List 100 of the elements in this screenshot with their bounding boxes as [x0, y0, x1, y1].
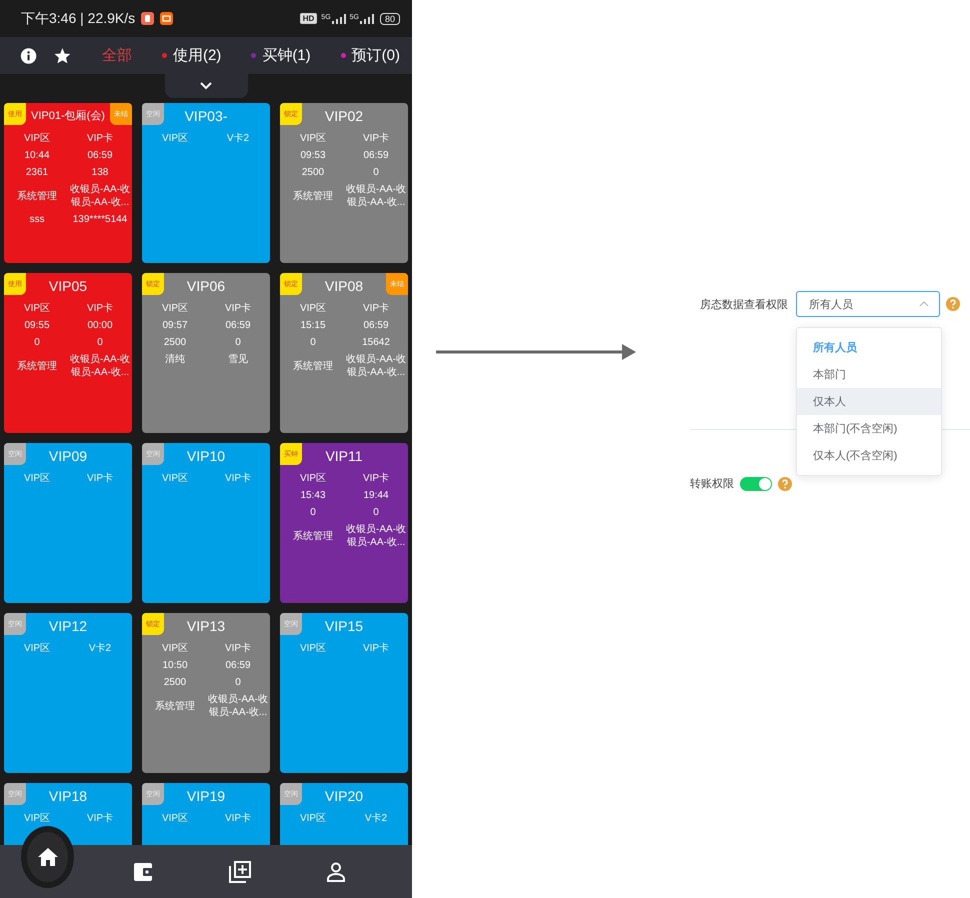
- room-info: 19:44: [362, 489, 390, 502]
- room-info: VIP卡: [86, 472, 114, 485]
- room-info: 2500: [162, 336, 188, 349]
- room-info: VIP卡: [86, 302, 114, 315]
- room-info: 2361: [24, 166, 50, 179]
- setting-label: 转账权限: [690, 477, 734, 491]
- room-info: 收银员-AA-收银员-AA-收...: [346, 353, 406, 379]
- caret-icon: [919, 301, 929, 307]
- room-info: 系统管理: [292, 360, 334, 372]
- hd-indicator: HD: [300, 13, 318, 24]
- room-title: VIP02: [324, 108, 364, 124]
- info-icon[interactable]: [20, 46, 38, 66]
- permission-select[interactable]: 所有人员: [796, 291, 940, 317]
- room-title: VIP03-: [184, 108, 228, 124]
- room-title: VIP15: [324, 618, 364, 634]
- dropdown-option[interactable]: 本部门(不含空闲): [797, 415, 941, 442]
- room-info: 10:50: [161, 659, 189, 672]
- room-info: VIP区: [298, 812, 328, 825]
- filter-tab[interactable]: 买钟(1): [251, 46, 311, 65]
- dropdown-option[interactable]: 所有人员: [797, 334, 941, 361]
- room-info: 06:59: [224, 659, 252, 672]
- status-time: 下午3:46 | 22.9K/s: [21, 10, 136, 28]
- room-info: VIP区: [22, 302, 52, 315]
- room-title: VIP20: [324, 788, 364, 804]
- app-notification-icon: [160, 12, 174, 25]
- room-title: VIP06: [186, 278, 226, 294]
- room-info: VIP卡: [224, 302, 252, 315]
- room-info: 收银员-AA-收银员-AA-收...: [70, 353, 130, 379]
- room-info: 系统管理: [292, 190, 334, 202]
- room-title: VIP13: [186, 618, 226, 634]
- app-notification-icon: [141, 12, 154, 25]
- room-info: 06:59: [224, 319, 252, 332]
- room-info: 0: [96, 336, 104, 349]
- room-info: VIP卡: [362, 302, 390, 315]
- room-info: V卡2: [364, 812, 388, 825]
- room-title: VIP09: [48, 448, 88, 464]
- room-title: VIP01-包厢(会): [31, 109, 105, 124]
- room-info: 09:53: [299, 149, 327, 162]
- room-info: VIP卡: [224, 472, 252, 485]
- room-info: VIP区: [160, 302, 190, 315]
- person-icon: [327, 862, 346, 882]
- setting-label: 房态数据查看权限: [700, 298, 789, 312]
- room-title: VIP08: [324, 278, 364, 294]
- dropdown-option[interactable]: 本部门: [797, 361, 941, 388]
- room-info: 15642: [361, 336, 391, 349]
- room-info: VIP卡: [224, 642, 252, 655]
- room-info: 收银员-AA-收银员-AA-收...: [346, 183, 406, 209]
- room-info: VIP区: [298, 302, 328, 315]
- room-info: 0: [234, 676, 242, 689]
- room-info: 0: [234, 336, 242, 349]
- dropdown-option[interactable]: 仅本人(不含空闲): [797, 442, 941, 469]
- room-info: VIP卡: [86, 132, 114, 145]
- expand-handle[interactable]: [164, 74, 248, 98]
- room-info: 15:15: [299, 319, 327, 332]
- room-info: VIP区: [22, 812, 52, 825]
- room-title: VIP10: [186, 448, 226, 464]
- room-title: VIP18: [48, 788, 88, 804]
- home-nav-button[interactable]: [27, 832, 68, 882]
- filter-tab[interactable]: 全部: [102, 46, 132, 65]
- room-info: VIP卡: [86, 812, 114, 825]
- room-info: sss: [28, 213, 46, 226]
- room-info: 15:43: [299, 489, 327, 502]
- room-info: VIP区: [160, 472, 190, 485]
- room-info: 09:57: [161, 319, 189, 332]
- room-info: 09:55: [23, 319, 51, 332]
- filter-tab[interactable]: 使用(2): [162, 46, 222, 65]
- room-info: VIP区: [22, 642, 52, 655]
- room-info: 139****5144: [72, 213, 128, 226]
- room-info: VIP区: [160, 812, 190, 825]
- room-info: 雪见: [227, 353, 249, 366]
- room-info: VIP卡: [362, 132, 390, 145]
- room-info: 06:59: [362, 149, 390, 162]
- room-info: 0: [33, 336, 41, 349]
- dropdown-option[interactable]: 仅本人: [797, 388, 941, 415]
- room-info: 00:00: [86, 319, 114, 332]
- room-info: 系统管理: [154, 700, 196, 712]
- room-info: 2500: [162, 676, 188, 689]
- room-info: VIP区: [22, 132, 52, 145]
- room-info: 清纯: [164, 353, 186, 366]
- room-info: VIP卡: [224, 812, 252, 825]
- home-icon: [38, 848, 58, 866]
- room-info: VIP区: [160, 132, 190, 145]
- room-info: 0: [372, 506, 380, 519]
- room-info: 收银员-AA-收银员-AA-收...: [208, 693, 268, 719]
- toggle-switch[interactable]: [740, 476, 772, 490]
- room-info: 2500: [300, 166, 326, 179]
- add-copy-icon: [229, 860, 252, 882]
- room-info: 138: [90, 166, 110, 179]
- room-info: 0: [372, 166, 380, 179]
- room-info: 系统管理: [16, 360, 58, 372]
- battery-indicator: 80: [380, 12, 400, 24]
- filter-tab[interactable]: 预订(0): [340, 46, 400, 65]
- room-info: 06:59: [362, 319, 390, 332]
- wallet-icon: [134, 862, 154, 880]
- room-title: VIP19: [186, 788, 226, 804]
- room-title: VIP05: [48, 278, 88, 294]
- room-info: 06:59: [86, 149, 114, 162]
- room-title: VIP11: [325, 448, 363, 464]
- room-info: VIP卡: [362, 642, 390, 655]
- room-info: 0: [309, 506, 317, 519]
